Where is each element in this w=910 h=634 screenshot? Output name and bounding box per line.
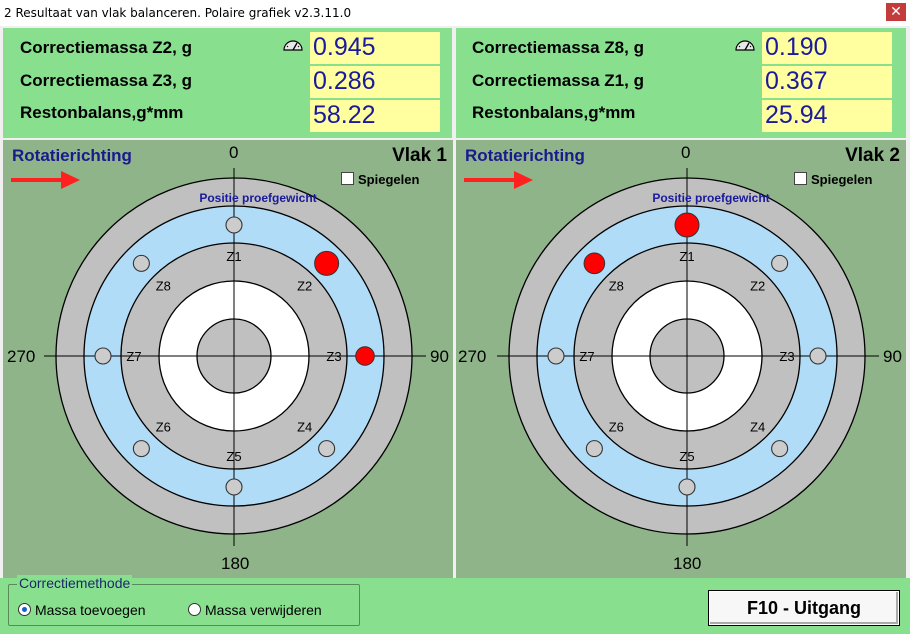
plane1-polar-svg: Positie proefgewicht Z1 Z2 Z3 Z4 Z5 Z6 Z7 Z8 <box>11 168 426 546</box>
window-title: 2 Resultaat van vlak balanceren. Polaire… <box>4 6 352 20</box>
radio-add-label: Massa toevoegen <box>35 602 146 618</box>
plane2-row2-value: 0.367 <box>762 66 892 98</box>
plane2-zone-marker <box>771 254 789 272</box>
plane2-polar-svg: Positie proefgewicht Z1 Z2 Z3 Z4 Z5 Z6 Z7 Z8 <box>464 168 879 546</box>
plane1-zone-label: Z3 <box>326 349 341 364</box>
plane2-zone-label: Z2 <box>750 278 765 293</box>
plane2-trial-label: Positie proefgewicht <box>652 191 769 205</box>
plane1-zone-label: Z4 <box>297 420 312 435</box>
scale-icon[interactable] <box>735 39 755 51</box>
plane2-row1-label: Correctiemassa Z8, g <box>472 38 644 57</box>
checkbox-icon[interactable] <box>341 172 354 185</box>
plane1-zone-label: Z8 <box>156 278 171 293</box>
plane2-mirror-label: Spiegelen <box>811 172 873 187</box>
plane1-zone-marker <box>94 347 112 365</box>
bottom-bar: Correctiemethode Massa toevoegen Massa v… <box>0 575 910 634</box>
plane1-row1-label: Correctiemassa Z2, g <box>20 38 192 57</box>
plane1-zone-marker <box>318 440 336 458</box>
plane1-zone-marker <box>225 216 243 234</box>
radio-unselected-icon[interactable] <box>188 603 201 616</box>
plane2-zone-marker <box>678 478 696 496</box>
plane1-rotation-arrowhead <box>61 171 80 189</box>
plane2-results-panel: Correctiemassa Z8, g Correctiemassa Z1, … <box>456 28 906 138</box>
plane2-label: Vlak 2 <box>845 145 900 166</box>
checkbox-icon[interactable] <box>794 172 807 185</box>
plane2-axis-bottom: 180 <box>673 554 702 573</box>
radio-selected-icon[interactable] <box>18 603 31 616</box>
close-button[interactable]: ✕ <box>886 3 906 21</box>
plane1-axis-top: 0 <box>229 143 239 162</box>
plane2-row3-label: Restonbalans,g*mm <box>472 103 636 122</box>
plane1-correction-mass-z3 <box>355 346 375 366</box>
correction-method-legend: Correctiemethode <box>17 575 133 591</box>
plane2-zone-label: Z4 <box>750 420 765 435</box>
plane1-axis-bottom: 180 <box>221 554 250 573</box>
plane2-row1-value: 0.190 <box>762 32 892 64</box>
plane2-zone-marker <box>585 440 603 458</box>
plane2-axis-top: 0 <box>681 143 691 162</box>
title-bar: 2 Resultaat van vlak balanceren. Polaire… <box>0 0 910 27</box>
plane2-row2-label: Correctiemassa Z1, g <box>472 71 644 90</box>
plane1-row1-value: 0.945 <box>310 32 440 64</box>
plane2-zone-label: Z5 <box>679 449 694 464</box>
plane2-zone-label: Z3 <box>779 349 794 364</box>
main-frame: Correctiemassa Z2, g Correctiemassa Z3, … <box>0 26 910 634</box>
plane1-trial-label: Positie proefgewicht <box>199 191 316 205</box>
plane1-row2-value: 0.286 <box>310 66 440 98</box>
plane2-axis-right: 90 <box>883 347 902 366</box>
plane2-row3-value: 25.94 <box>762 100 892 132</box>
plane2-correction-mass-z8 <box>583 252 606 275</box>
plane1-zone-label: Z7 <box>126 349 141 364</box>
plane1-zone-marker <box>132 440 150 458</box>
plane1-zone-label: Z1 <box>226 249 241 264</box>
plane1-correction-mass-z2 <box>314 250 340 276</box>
radio-add-mass[interactable]: Massa toevoegen <box>18 602 146 618</box>
radio-remove-mass[interactable]: Massa verwijderen <box>188 602 322 618</box>
plane1-mirror-label: Spiegelen <box>358 172 420 187</box>
plane1-row3-value: 58.22 <box>310 100 440 132</box>
plane2-axis-left: 270 <box>458 347 487 366</box>
plane1-zone-marker <box>225 478 243 496</box>
plane2-zone-label: Z1 <box>679 249 694 264</box>
plane1-zone-label: Z6 <box>156 420 171 435</box>
exit-button[interactable]: F10 - Uitgang <box>708 590 900 626</box>
plane1-axis-right: 90 <box>430 347 449 366</box>
plane1-zone-marker <box>132 254 150 272</box>
plane2-zone-label: Z7 <box>579 349 594 364</box>
plane2-rotation-label: Rotatierichting <box>465 146 585 165</box>
plane2-zone-marker <box>809 347 827 365</box>
plane1-rotation-label: Rotatierichting <box>12 146 132 165</box>
plane1-zone-label: Z2 <box>297 278 312 293</box>
plane2-polar-plot: Positie proefgewicht Z1 Z2 Z3 Z4 Z5 Z6 Z7 Z8 Rot… <box>456 140 906 578</box>
plane2-correction-mass-z1 <box>674 212 700 238</box>
scale-icon[interactable] <box>283 39 303 51</box>
plane2-zone-marker <box>547 347 565 365</box>
plane1-row2-label: Correctiemassa Z3, g <box>20 71 192 90</box>
plane2-zone-marker <box>771 440 789 458</box>
radio-remove-label: Massa verwijderen <box>205 602 322 618</box>
plane1-results-panel: Correctiemassa Z2, g Correctiemassa Z3, … <box>3 28 452 138</box>
plane2-zone-label: Z6 <box>609 420 624 435</box>
plane1-mirror-checkbox[interactable]: Spiegelen <box>341 172 419 187</box>
plane1-row3-label: Restonbalans,g*mm <box>20 103 184 122</box>
plane2-mirror-checkbox[interactable]: Spiegelen <box>794 172 872 187</box>
plane2-rotation-arrowhead <box>514 171 533 189</box>
plane1-zone-label: Z5 <box>226 449 241 464</box>
plane2-zone-label: Z8 <box>609 278 624 293</box>
plane1-polar-plot: Positie proefgewicht Z1 Z2 Z3 Z4 Z5 Z6 Z7 Z8 Rot… <box>3 140 453 578</box>
plane1-label: Vlak 1 <box>392 145 447 166</box>
correction-method-group: Correctiemethode Massa toevoegen Massa v… <box>8 575 360 626</box>
plane1-axis-left: 270 <box>7 347 36 366</box>
